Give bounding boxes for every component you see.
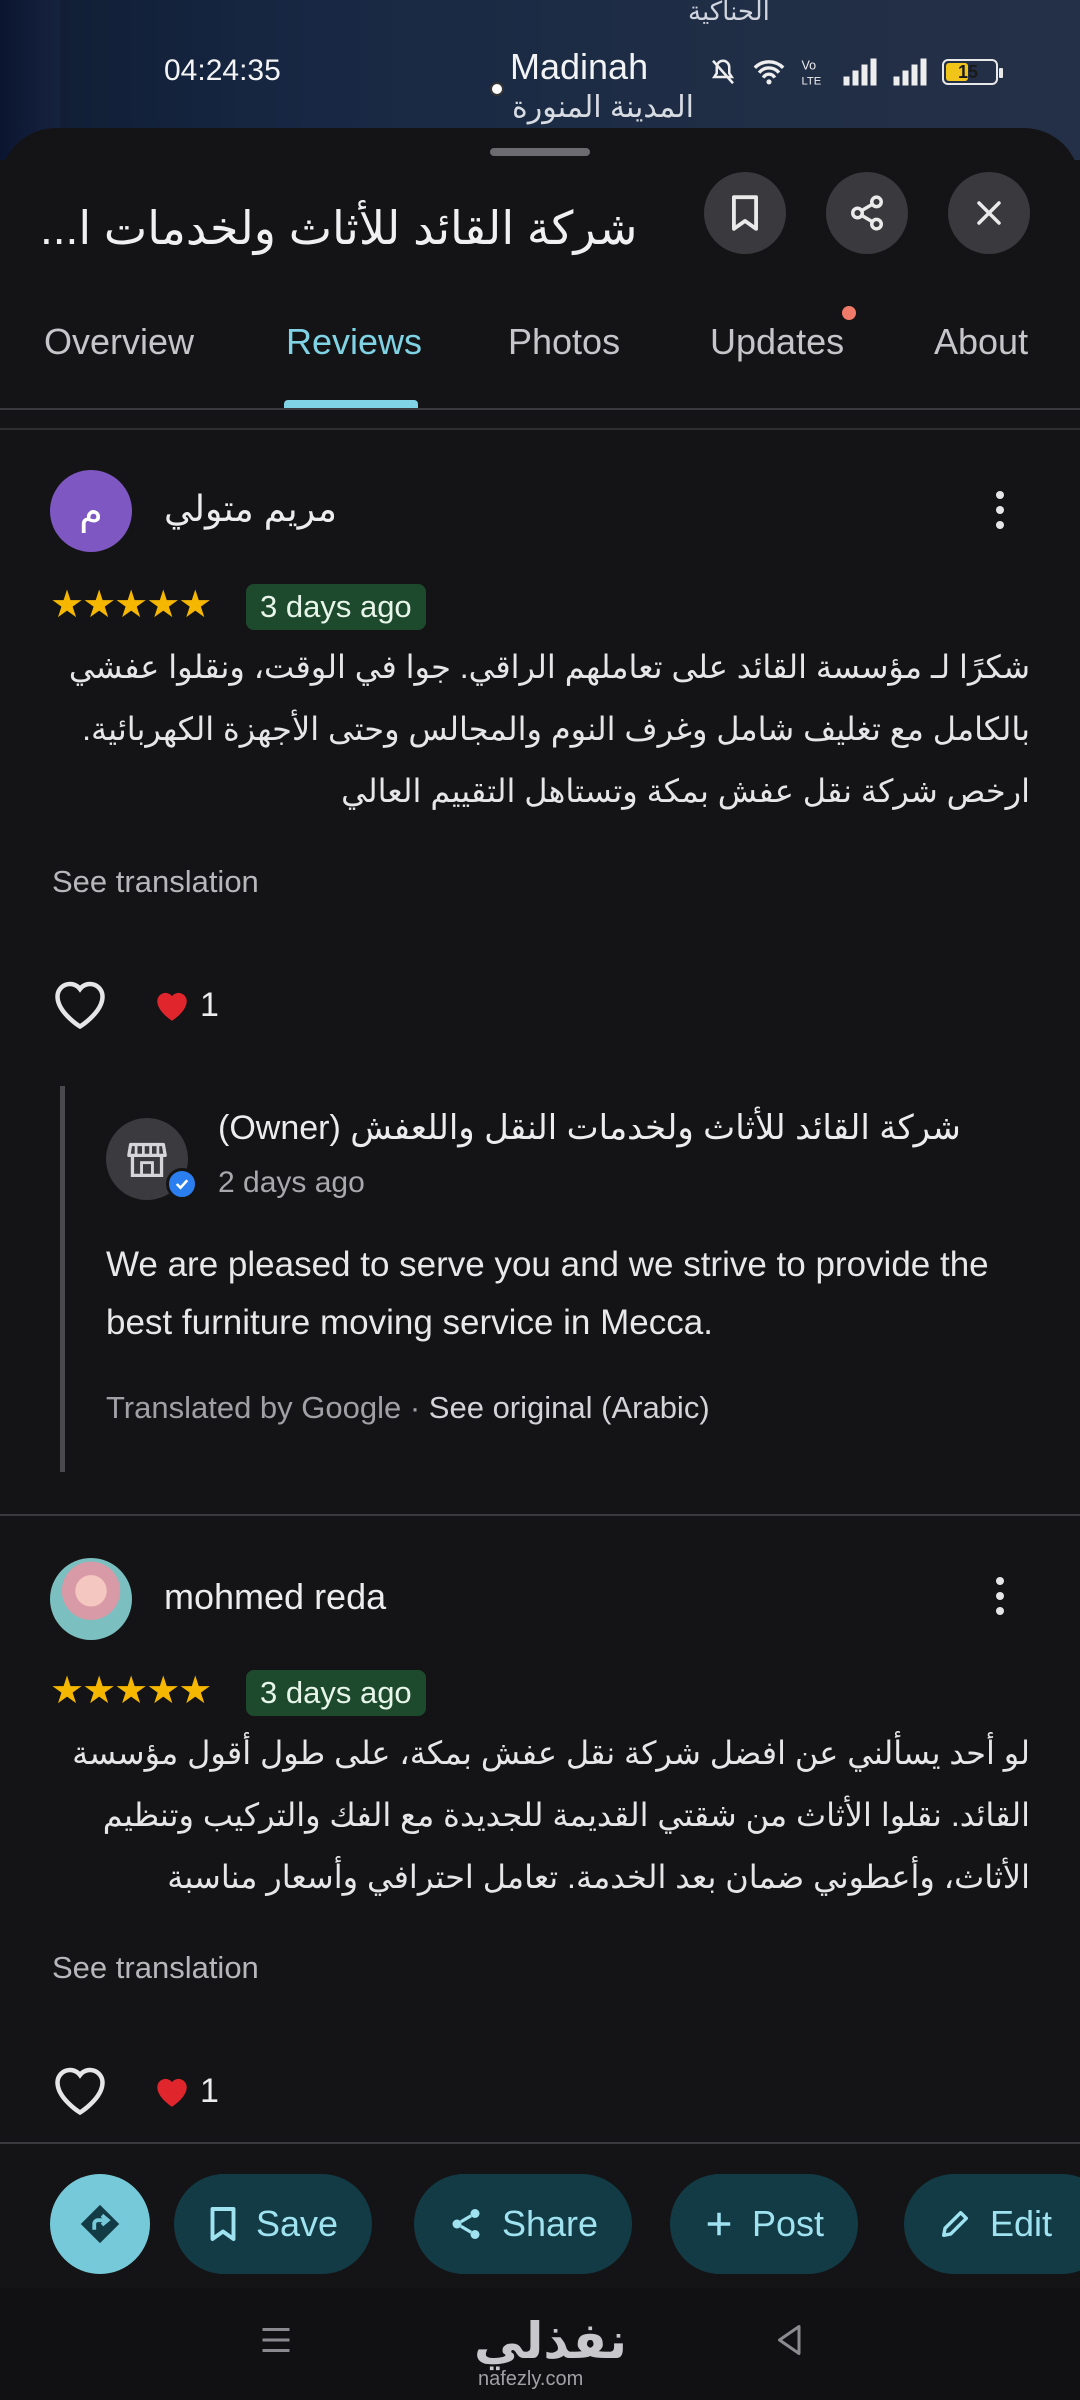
map-pin-icon xyxy=(490,82,504,96)
plus-icon xyxy=(707,2212,731,2236)
watermark-url: nafezly.com xyxy=(478,2368,584,2390)
heart-reaction-icon xyxy=(157,2078,187,2107)
tab-about[interactable]: About xyxy=(934,292,1028,402)
mute-icon xyxy=(711,59,735,85)
bookmark-icon xyxy=(210,2207,236,2241)
more-dot xyxy=(996,491,1004,499)
like-count: 1 xyxy=(200,2072,219,2110)
screen: الحناكية Madinah المدينة المنورة 04:24:3… xyxy=(0,0,1080,2400)
tab-overview[interactable]: Overview xyxy=(44,292,194,402)
like-count: 1 xyxy=(200,986,219,1024)
owner-response-bar xyxy=(60,1086,65,1472)
post-button[interactable]: Post xyxy=(670,2174,859,2274)
save-place-button[interactable] xyxy=(704,172,786,254)
tab-photos[interactable]: Photos xyxy=(508,292,620,402)
avatar[interactable] xyxy=(50,1558,132,1640)
tab-reviews[interactable]: Reviews xyxy=(286,292,422,402)
owner-response-text: We are pleased to serve you and we striv… xyxy=(106,1245,989,1342)
pencil-icon xyxy=(941,2210,969,2238)
share-icon xyxy=(851,195,883,231)
status-time: 04:24:35 xyxy=(164,54,281,87)
active-tab-indicator xyxy=(284,400,418,408)
tab-updates[interactable]: Updates xyxy=(710,292,844,402)
directions-icon xyxy=(80,2204,120,2244)
owner-tag: (Owner) xyxy=(218,1109,341,1147)
owner-response-date: 2 days ago xyxy=(218,1166,365,1199)
place-title: شركة القائد للأثاث ولخدمات ا... xyxy=(40,202,638,254)
more-dot xyxy=(996,1577,1004,1585)
see-original-link[interactable]: See original (Arabic) xyxy=(429,1390,710,1425)
close-icon xyxy=(977,201,1001,225)
more-dot xyxy=(996,506,1004,514)
tabs-divider-secondary xyxy=(0,428,1080,430)
watermark-logo: نفذلي xyxy=(474,2313,628,2369)
back-icon[interactable] xyxy=(772,2320,808,2360)
heart-reaction-icon xyxy=(157,992,187,1021)
translated-by-label: Translated by Google · xyxy=(106,1390,429,1425)
share-label: Share xyxy=(502,2203,599,2244)
status-icons: Vo LTE 15 xyxy=(708,52,1003,92)
close-button[interactable] xyxy=(948,172,1030,254)
rating-stars: ★★★★★ xyxy=(50,1670,212,1712)
post-label: Post xyxy=(752,2203,825,2244)
edit-label: Edit xyxy=(990,2203,1053,2244)
see-translation-link[interactable]: See translation xyxy=(52,864,259,900)
map-city-label-arabic: المدينة المنورة xyxy=(512,91,694,124)
review-date-badge: 3 days ago xyxy=(246,584,426,630)
more-dot xyxy=(996,521,1004,529)
signal-icon-2 xyxy=(893,58,927,86)
share-icon xyxy=(452,2209,480,2239)
battery-percent: 15 xyxy=(958,61,979,82)
like-heart-icon[interactable] xyxy=(50,976,110,1032)
directions-button[interactable] xyxy=(50,2174,150,2274)
volte-icon: Vo LTE xyxy=(802,59,822,88)
see-translation-link[interactable]: See translation xyxy=(52,1950,259,1986)
verified-badge-icon xyxy=(166,1168,198,1200)
action-bar-divider xyxy=(0,2142,1080,2144)
review-text: شكرًا لـ مؤسسة القائد على تعاملهم الراقي… xyxy=(68,649,1030,809)
review-more-button[interactable] xyxy=(980,480,1020,540)
store-icon xyxy=(127,1142,167,1177)
like-heart-icon[interactable] xyxy=(50,2062,110,2118)
reviewer-name[interactable]: mohmed reda xyxy=(164,1576,386,1618)
save-label: Save xyxy=(256,2203,339,2244)
owner-business-name: شركة القائد للأثاث ولخدمات النقل واللعفش xyxy=(350,1109,961,1147)
owner-name: (Owner) شركة القائد للأثاث ولخدمات النقل… xyxy=(218,1108,961,1148)
review-text: لو أحد يسألني عن افضل شركة نقل عفش بمكة،… xyxy=(72,1735,1030,1895)
share-place-button[interactable] xyxy=(826,172,908,254)
reviewer-name[interactable]: مريم متولي xyxy=(164,488,337,530)
avatar[interactable]: م xyxy=(50,470,132,552)
svg-text:Vo: Vo xyxy=(802,59,817,73)
tabs-divider xyxy=(0,408,1080,410)
map-city-label: Madinah xyxy=(510,46,649,87)
share-button[interactable]: Share xyxy=(414,2174,633,2274)
updates-notification-dot xyxy=(842,306,856,320)
signal-icon xyxy=(843,58,877,86)
drag-handle[interactable] xyxy=(490,148,590,156)
battery-icon: 15 xyxy=(942,59,1003,85)
save-button[interactable]: Save xyxy=(174,2174,373,2274)
more-dot xyxy=(996,1592,1004,1600)
map-label: الحناكية xyxy=(688,0,770,26)
more-dot xyxy=(996,1607,1004,1615)
translation-note: Translated by Google · See original (Ara… xyxy=(106,1390,710,1426)
edit-button[interactable]: Edit xyxy=(904,2174,1080,2274)
review-more-button[interactable] xyxy=(980,1566,1020,1626)
svg-text:LTE: LTE xyxy=(802,76,822,88)
wifi-icon xyxy=(753,60,785,85)
review-divider xyxy=(0,1514,1080,1516)
bookmark-icon xyxy=(732,195,758,231)
rating-stars: ★★★★★ xyxy=(50,584,212,626)
recents-icon[interactable] xyxy=(258,2322,294,2358)
review-date-badge: 3 days ago xyxy=(246,1670,426,1716)
